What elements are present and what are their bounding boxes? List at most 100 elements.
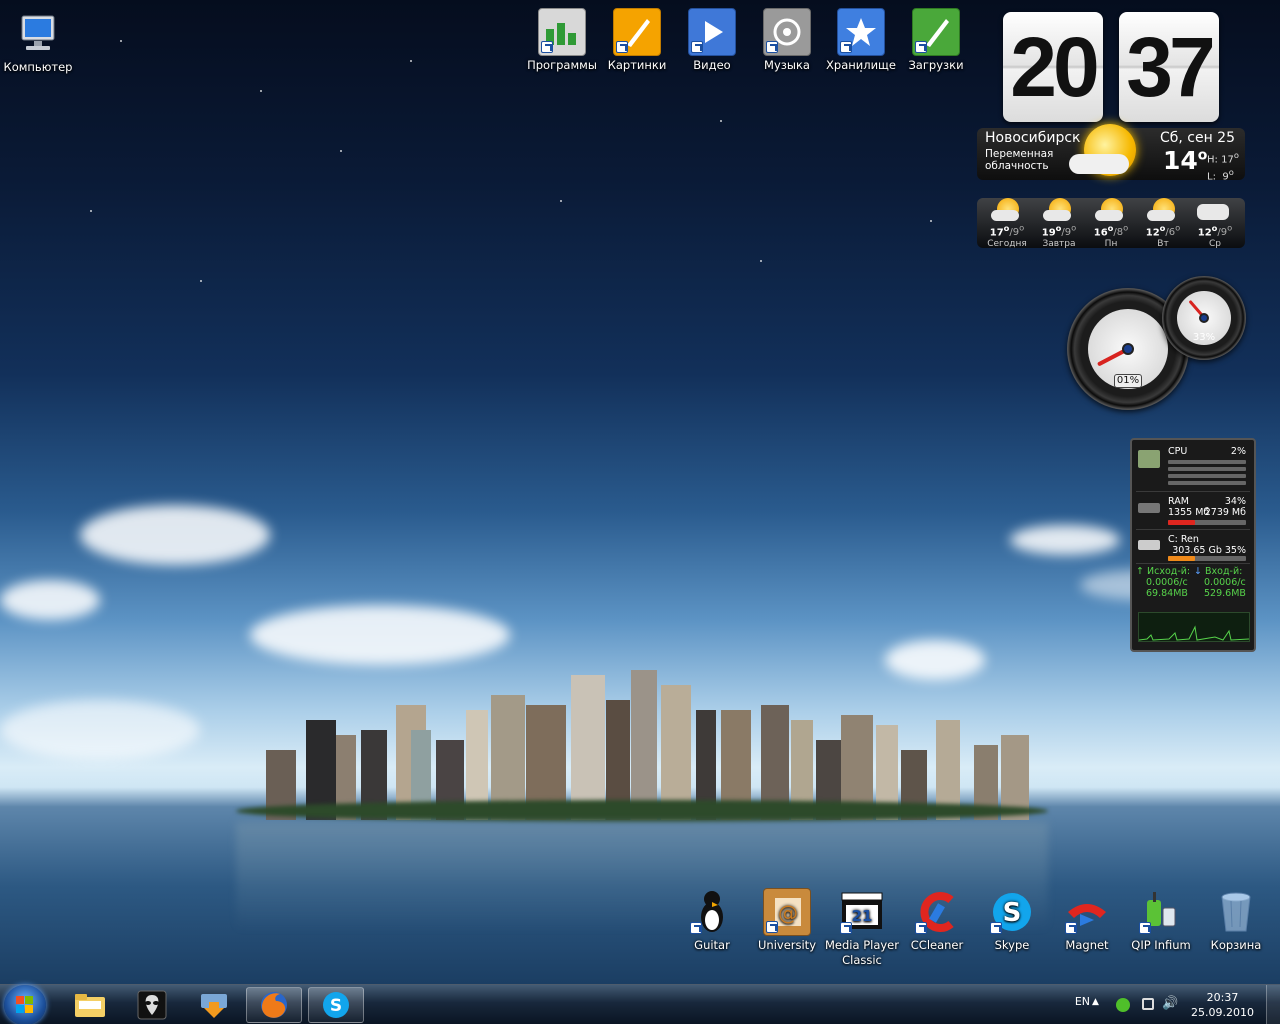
taskbar-explorer[interactable] [62, 987, 118, 1023]
language-indicator[interactable]: EN [1075, 995, 1090, 1008]
desktop-icon-magnet[interactable]: Magnet [1049, 888, 1125, 953]
taskbar-clock[interactable]: 20:37 25.09.2010 [1191, 990, 1254, 1020]
desktop-icon-video[interactable]: Видео [674, 8, 750, 73]
desktop-icon-qip-infium[interactable]: QIP Infium [1123, 888, 1199, 953]
shortcut-arrow-icon [915, 922, 927, 934]
forecast-day: 17o/9o Сегодня [982, 198, 1032, 249]
shortcut-arrow-icon [766, 41, 778, 53]
programs-icon [538, 8, 586, 56]
desktop-icon-downloads[interactable]: Загрузки [898, 8, 974, 73]
downloads-icon [912, 8, 960, 56]
partly-cloudy-icon [1095, 198, 1125, 222]
disk-usage-bar [1168, 556, 1196, 561]
taskbar-firefox[interactable] [246, 987, 302, 1023]
shortcut-arrow-icon [690, 922, 702, 934]
desktop-icon-programs[interactable]: Программы [524, 8, 600, 73]
weather-high-low: H: 17o L: 9o [1207, 150, 1239, 183]
memory-gauge-readout: 33% [1192, 332, 1216, 343]
ccleaner-icon [913, 888, 961, 936]
download-arrow-icon: ↓ [1194, 566, 1202, 577]
weather-forecast[interactable]: 17o/9o Сегодня 19o/9o Завтра 16o/8o Пн 1… [977, 198, 1245, 249]
memory-gauge[interactable]: 33% [1162, 276, 1246, 360]
clock-weather-gadget[interactable]: 20 37 Новосибирск Переменная облачность … [977, 12, 1245, 183]
disk-row: C: Ren 303.65 Gb 35% [1136, 532, 1250, 564]
desktop-icon-label: Картинки [607, 58, 667, 72]
svg-text:S: S [330, 996, 342, 1016]
weather-temperature: 14o [1163, 146, 1208, 175]
desktop-icon-label: Хранилище [826, 58, 896, 72]
forecast-day: 19o/9o Завтра [1034, 198, 1084, 249]
magnet-icon [1063, 888, 1111, 936]
desktop-icon-recycle-bin[interactable]: Корзина [1198, 888, 1274, 953]
desktop-icon-ccleaner[interactable]: CCleaner [899, 888, 975, 953]
desktop-icon-label: Magnet [1065, 938, 1109, 952]
cpu-chip-icon [1138, 450, 1160, 468]
shortcut-arrow-icon [1065, 922, 1077, 934]
city-skyline [236, 660, 1048, 820]
ram-module-icon [1138, 503, 1160, 513]
taskbar-alien[interactable] [124, 987, 180, 1023]
skype-icon: S [988, 888, 1036, 936]
shortcut-arrow-icon [915, 41, 927, 53]
storage-icon [837, 8, 885, 56]
ram-usage-bar [1168, 520, 1195, 525]
qip-infium-icon [1137, 888, 1185, 936]
alien-icon [137, 990, 167, 1020]
forecast-day: 16o/8o Пн [1086, 198, 1136, 249]
weather-city: Новосибирск [985, 130, 1081, 146]
ram-row: RAM 34% 1355 Мб 2739 Мб [1136, 494, 1250, 530]
cloudy-icon [1197, 198, 1229, 222]
pictures-icon [613, 8, 661, 56]
start-button[interactable] [4, 985, 46, 1024]
desktop-icon-university[interactable]: @ University [749, 888, 825, 953]
desktop-icon-pictures[interactable]: Картинки [599, 8, 675, 73]
desktop-icon-storage[interactable]: Хранилище [823, 8, 899, 73]
windows-logo-icon [16, 996, 34, 1014]
desktop-icon-skype[interactable]: S Skype [974, 888, 1050, 953]
clock-minutes: 37 [1119, 12, 1219, 122]
desktop-icon-computer[interactable]: Компьютер [0, 10, 76, 75]
desktop-icon-label: University [757, 938, 816, 952]
svg-text:S: S [1003, 898, 1022, 928]
show-desktop-button[interactable] [1266, 985, 1280, 1024]
weather-condition: Переменная облачность [985, 148, 1054, 172]
island [236, 800, 1048, 822]
desktop-icon-media-player-classic[interactable]: 21 Media Player Classic [824, 888, 900, 968]
taskbar-skype[interactable]: S [308, 987, 364, 1023]
desktop-icon-guitar[interactable]: Guitar [674, 888, 750, 953]
desktop-icon-label: Программы [527, 58, 597, 72]
desktop-icon-label: Загрузки [908, 58, 964, 72]
music-icon [763, 8, 811, 56]
desktop-icon-label: Компьютер [3, 60, 73, 74]
shortcut-arrow-icon [840, 41, 852, 53]
desktop-icon-label: Media Player Classic [825, 938, 899, 967]
desktop-icon-label: CCleaner [910, 938, 964, 952]
hard-drive-icon [1138, 540, 1160, 550]
svg-text:@: @ [778, 901, 798, 925]
security-check-icon[interactable] [1116, 998, 1130, 1012]
shortcut-arrow-icon [691, 41, 703, 53]
show-hidden-icons-icon[interactable]: ▲ [1092, 997, 1106, 1011]
desktop-icon-music[interactable]: Музыка [749, 8, 825, 73]
volume-icon[interactable]: 🔊 [1162, 996, 1178, 1011]
download-manager-icon [201, 994, 227, 1018]
desktop-icon-label: Skype [994, 938, 1030, 952]
shortcut-arrow-icon [541, 41, 553, 53]
system-monitor-gadget[interactable]: CPU 2% RAM 34% 1355 Мб 2739 Мб C: Ren 30… [1130, 438, 1256, 652]
partly-cloudy-icon [1043, 198, 1073, 222]
partly-cloudy-icon [991, 198, 1021, 222]
weather-date: Сб, сен 25 [1159, 130, 1235, 146]
university-icon: @ [763, 888, 811, 936]
cloud-icon [1069, 154, 1129, 174]
system-tray: EN ▲ 🔊 20:37 25.09.2010 [1040, 985, 1280, 1024]
desktop-icon-label: QIP Infium [1131, 938, 1191, 952]
network-traffic-graph [1138, 612, 1250, 642]
shortcut-arrow-icon [1139, 922, 1151, 934]
desktop-icon-label: Видео [693, 58, 731, 72]
upload-arrow-icon: ↑ [1136, 566, 1144, 577]
taskbar-download-manager[interactable] [186, 987, 242, 1023]
shortcut-arrow-icon [616, 41, 628, 53]
cpu-row: CPU 2% [1136, 444, 1250, 492]
clock-hours: 20 [1003, 12, 1103, 122]
network-icon[interactable] [1142, 998, 1154, 1010]
